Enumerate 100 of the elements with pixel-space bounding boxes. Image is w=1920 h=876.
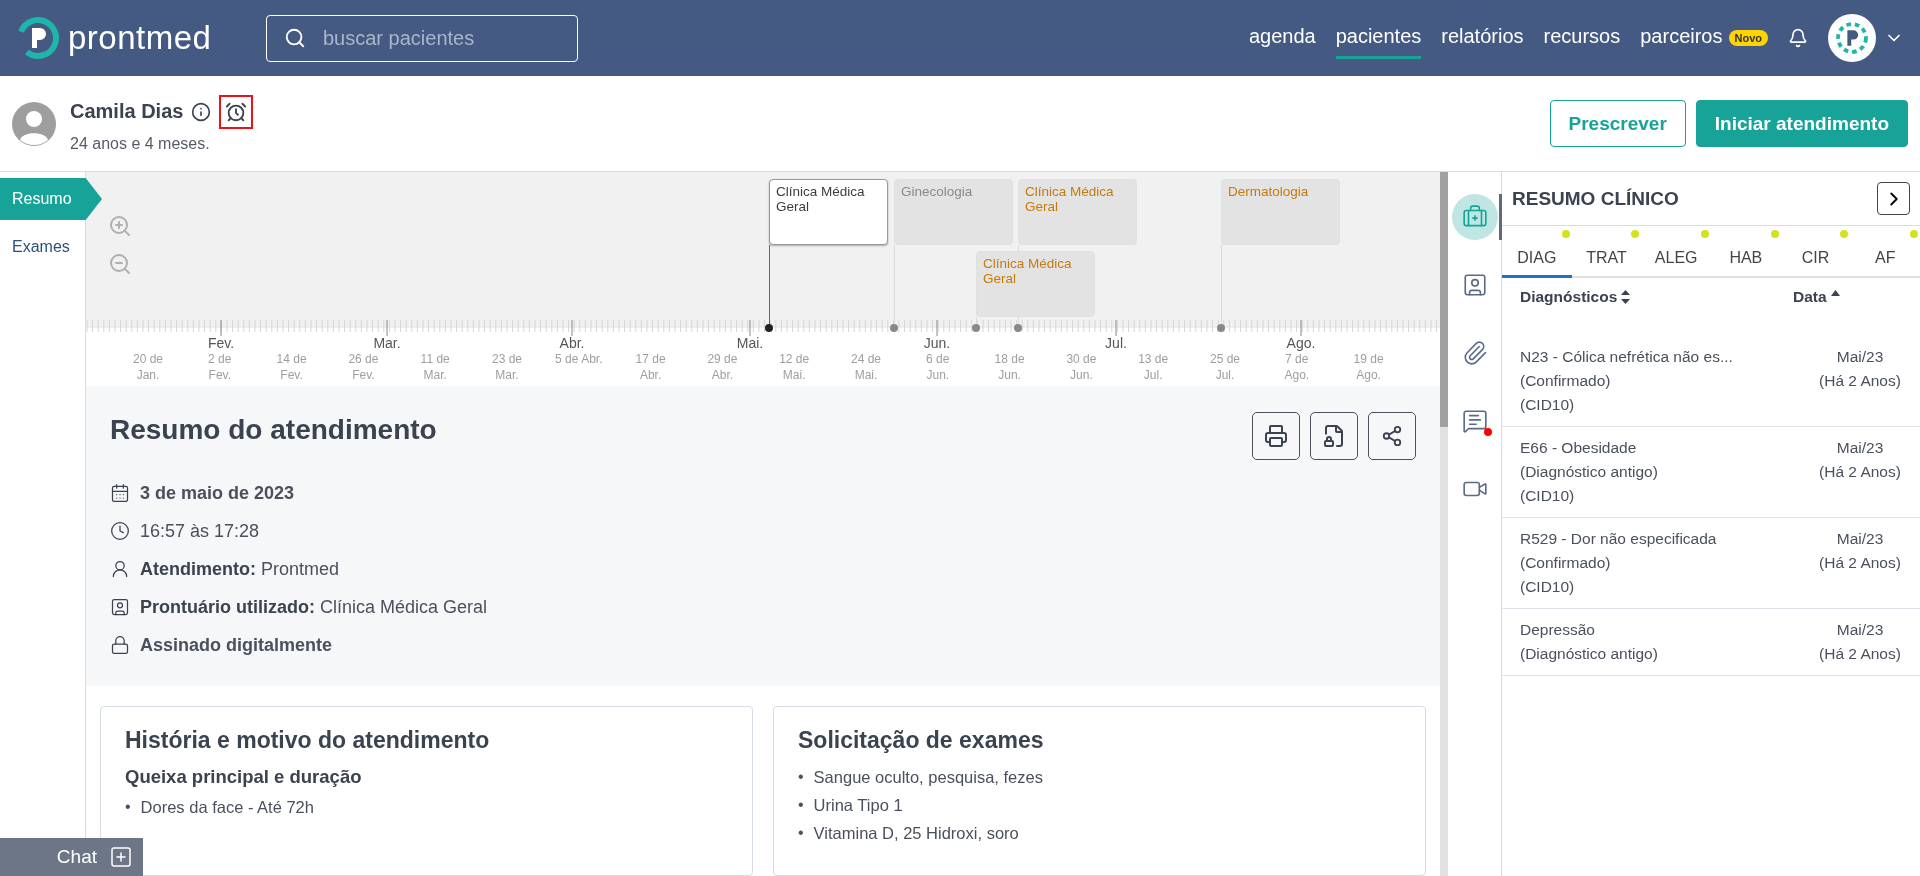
nav-link[interactable]: recursos [1543,17,1621,59]
month-label: Ago. [1285,335,1317,351]
date-label: 29 de Abr. [706,352,739,384]
date-label: 2 de Fev. [207,352,233,384]
list-item: Sangue oculto, pesquisa, fezes [813,767,1043,788]
nav-link[interactable]: pacientes [1335,17,1422,59]
paperclip-icon [1461,340,1488,366]
clock-icon [110,521,130,541]
bell-icon[interactable] [1788,28,1808,48]
month-label: Mar. [372,335,402,351]
date-label: 7 de Ago. [1283,352,1311,384]
card-subtitle: Queixa principal e duração [125,766,363,788]
plus-icon [109,845,133,869]
alert-dot [1483,428,1492,436]
date-label: 12 de Mai. [778,352,811,384]
table-cell-text: N23 - Cólica nefrética não es... (Confirmado) (CID10) [1520,347,1734,415]
timeline-dot[interactable] [1014,324,1022,332]
patient-age: 24 anos e 4 meses. [70,134,211,153]
card-title: História e motivo do atendimento [125,727,491,754]
date-label: 13 de Jul. [1137,352,1170,384]
share-icon [1381,425,1403,447]
share-button[interactable] [1368,412,1416,460]
alarm-clock-icon [225,100,248,123]
panel-tab[interactable]: ALEG [1641,226,1711,278]
date-label: 25 de Jul. [1209,352,1241,384]
panel-tab[interactable]: HAB [1711,226,1781,278]
panel-tab[interactable]: CIR [1780,226,1851,278]
nav-link[interactable]: relatórios [1441,17,1524,59]
table-cell-text: Depressão (Diagnóstico antigo) [1520,620,1659,664]
lock-icon [110,635,130,655]
detail-text: Prontuário utilizado: Clínica Médica Geral [140,596,488,618]
list-item: Dores da face - Até 72h [140,797,314,818]
chat-bar[interactable]: Chat [0,838,143,876]
date-label: 24 de Mai. [850,352,882,384]
bullet-mark: • [798,795,804,815]
detail-text: Atendimento: Prontmed [140,558,340,580]
nav-link[interactable]: agenda [1248,17,1316,59]
date-label: 5 de Abr. [554,352,604,368]
month-label: Jun. [922,335,952,351]
list-item: Vitamina D, 25 Hidroxi, soro [813,823,1019,844]
date-label: 26 de Fev. [347,352,380,384]
panel-tab[interactable]: TRAT [1571,226,1642,278]
month-label: Mai. [735,335,765,351]
date-label: 18 de Jun. [993,352,1026,384]
table-cell-text: Mai/23 (Há 2 Anos) [1818,347,1902,391]
timeline-dot[interactable] [972,324,980,332]
id-badge-icon [110,597,130,617]
signed-document-button[interactable] [1310,412,1358,460]
message-icon [1461,408,1488,434]
calendar-icon [110,483,130,503]
panel-tab[interactable]: AF [1850,226,1920,278]
event-card[interactable]: Clínica Médica Geral [769,179,888,245]
bullet-mark: • [125,797,131,817]
scrollbar[interactable] [1440,172,1448,876]
list-item: Urina Tipo 1 [813,795,903,816]
print-button[interactable] [1252,412,1300,460]
detail-text: Assinado digitalmente [140,634,333,656]
date-label: 23 de Mar. [491,352,523,384]
date-label: 20 de Jan. [132,352,164,384]
date-label: 6 de Jun. [925,352,951,384]
sidebar-tab[interactable]: Exames [0,226,102,268]
date-label: 14 de Fev. [275,352,308,384]
rail-button[interactable] [1451,194,1498,240]
new-badge: Novo [1728,30,1768,46]
column-header[interactable]: Data [1793,288,1840,306]
detail-text: 3 de maio de 2023 [140,482,295,504]
sort-ascending-icon [1830,290,1840,296]
patient-avatar [12,101,56,146]
timeline-dot[interactable] [1217,324,1225,332]
nav-link[interactable]: parceiros [1640,17,1723,59]
id-badge-icon [1461,272,1488,298]
brand-name: prontmed [68,19,212,57]
timeline-dot[interactable] [765,324,773,332]
bullet-mark: • [798,767,804,787]
month-label: Jul. [1104,335,1128,351]
summary-title: Resumo do atendimento [110,414,437,446]
panel-tab[interactable]: DIAG [1502,226,1572,278]
column-header[interactable]: Diagnósticos [1520,288,1775,306]
table-cell-text: R529 - Dor não especificada (Confirmado) (CID10) [1520,529,1718,597]
date-label: 17 de Abr. [634,352,667,384]
patient-name: Camila Dias [70,100,184,123]
search-field[interactable]: buscar pacientes [266,14,578,62]
search-icon [284,26,306,49]
logo-icon [16,16,60,60]
bullet-mark: • [798,823,804,843]
alarm-button[interactable] [219,94,254,129]
locked-file-icon [1322,424,1346,448]
info-icon[interactable] [191,101,212,122]
panel-title: RESUMO CLÍNICO [1512,187,1679,210]
expand-button[interactable] [1877,182,1910,215]
table-cell-text: Mai/23 (Há 2 Anos) [1818,529,1902,573]
date-label: 11 de Mar. [419,352,451,384]
month-label: Fev. [206,335,236,351]
table-cell-text: Mai/23 (Há 2 Anos) [1818,438,1902,482]
table-cell-text: Mai/23 (Há 2 Anos) [1818,620,1902,664]
card-title: Solicitação de exames [798,727,1045,754]
timeline-dot[interactable] [890,324,898,332]
date-label: 19 de Ago. [1352,352,1385,384]
user-avatar[interactable] [1828,14,1876,62]
detail-text: 16:57 às 17:28 [140,520,260,542]
